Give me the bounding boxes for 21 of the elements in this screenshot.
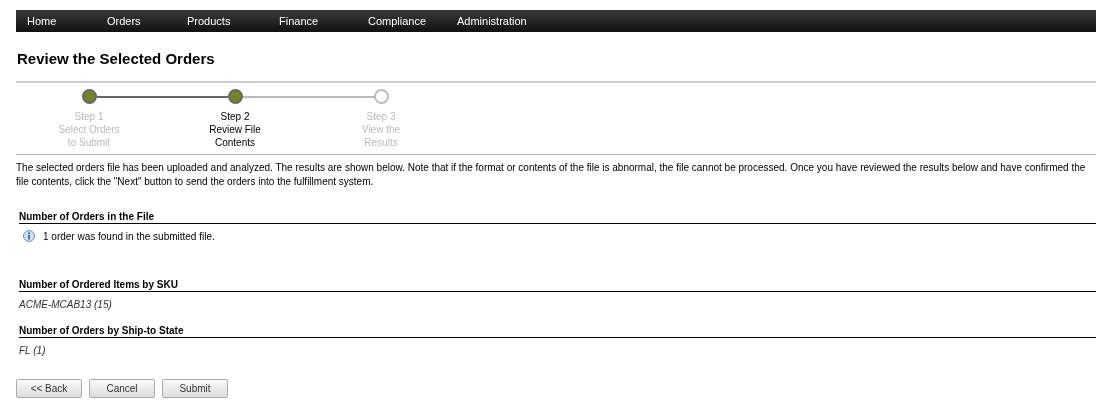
result-text: FL (1) [19,344,46,356]
nav-link[interactable]: Administration [457,15,557,27]
action-button[interactable]: << Back [16,379,82,398]
nav-link[interactable]: Home [27,15,107,27]
nav-link[interactable]: Finance [279,15,368,27]
info-icon [23,230,35,242]
step-label: Step 3 View the Results [361,110,401,149]
section-heading: Number of Ordered Items by SKU [19,279,1096,292]
nav-link[interactable]: Compliance [368,15,457,27]
intro-text: The selected orders file has been uploaded and analyzed. The results are shown below. Note that if the format or contents of the file is abnormal, the file cannot be processed. Once you have reviewed the results below and have confirmed the file contents, click the "Next" button to send the orders into the fulfillment system. [16,161,1087,189]
section-heading: Number of Orders by Ship-to State [19,325,1096,338]
step-label: Step 1 Select Orders to Submit [58,110,120,149]
section-heading: Number of Orders in the File [19,211,1096,224]
nav-link[interactable]: Orders [107,15,187,27]
action-button[interactable]: Cancel [89,379,155,398]
info-message: 1 order was found in the submitted file. [43,230,215,242]
nav-link[interactable]: Products [187,15,279,27]
result-text: ACME-MCAB13 (15) [19,298,112,310]
step-label: Step 2 Review File Contents [209,110,261,149]
page-title: Review the Selected Orders [17,50,216,67]
action-button[interactable]: Submit [162,379,228,398]
